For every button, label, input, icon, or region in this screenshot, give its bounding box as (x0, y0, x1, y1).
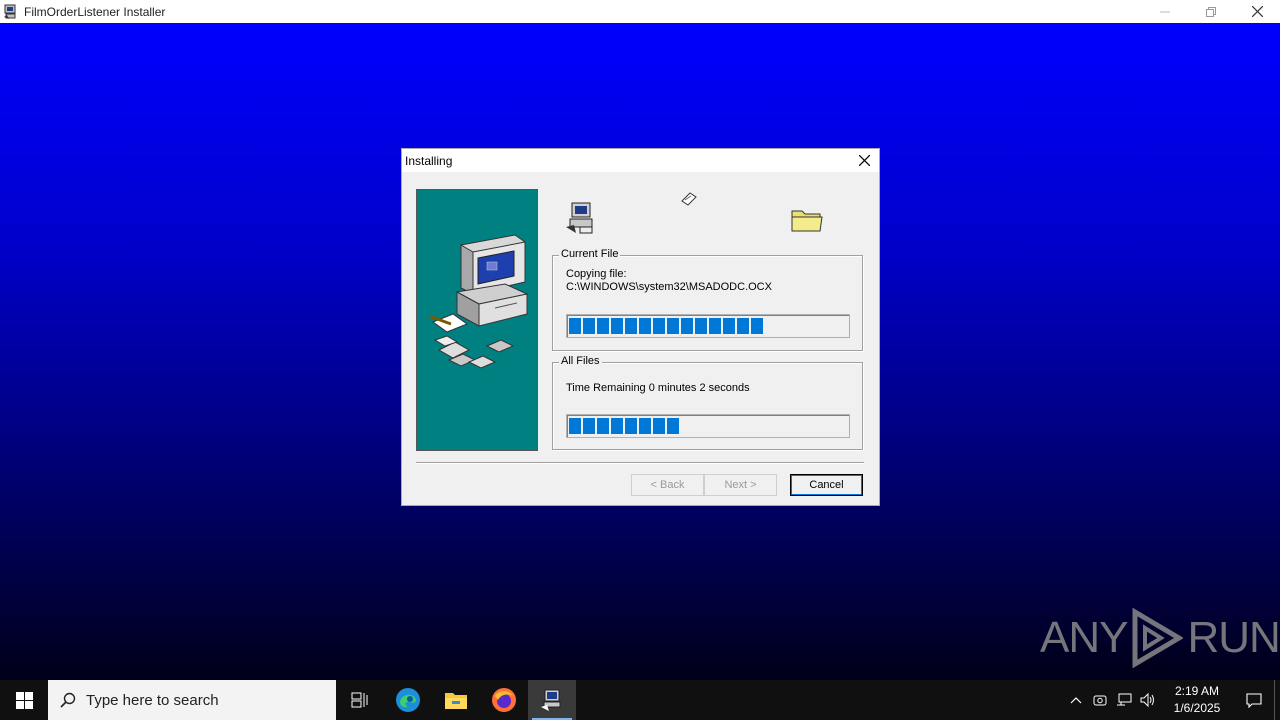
current-file-legend: Current File (559, 248, 621, 260)
app-title: FilmOrderListener Installer (24, 4, 166, 19)
progress-segment (681, 318, 693, 334)
volume-button[interactable] (1136, 680, 1160, 720)
task-view-button[interactable] (336, 680, 384, 720)
setup-computer-icon (566, 202, 593, 234)
progress-segment (639, 418, 651, 434)
meet-now-button[interactable] (1088, 680, 1112, 720)
progress-segment (653, 418, 665, 434)
button-separator (416, 462, 864, 464)
minimize-icon (1160, 11, 1170, 12)
dialog-close-button[interactable] (855, 151, 873, 169)
copying-status-text: Copying file: (566, 268, 627, 280)
restore-icon (1206, 6, 1216, 17)
time-remaining-text: Time Remaining 0 minutes 2 seconds (566, 382, 750, 394)
progress-segment (583, 318, 595, 334)
restore-button[interactable] (1188, 0, 1234, 23)
progress-segment (667, 418, 679, 434)
all-files-legend: All Files (559, 355, 602, 367)
dialog-title: Installing (405, 153, 453, 168)
notifications-button[interactable] (1234, 680, 1274, 720)
network-icon (1117, 693, 1132, 706)
taskbar-search-box[interactable]: Type here to search (48, 680, 336, 720)
task-view-icon (351, 692, 368, 708)
edge-icon (396, 688, 420, 712)
progress-segment (597, 418, 609, 434)
current-file-progress-fill (569, 318, 763, 334)
close-icon (858, 154, 870, 166)
progress-segment (583, 418, 595, 434)
app-title-bar: FilmOrderListener Installer (0, 0, 1280, 23)
all-files-group: All Files Time Remaining 0 minutes 2 sec… (552, 355, 863, 450)
show-desktop-button[interactable] (1274, 680, 1280, 720)
close-icon (1251, 6, 1263, 17)
taskbar-clock[interactable]: 2:19 AM 1/6/2025 (1166, 683, 1228, 717)
computer-illustration-icon (428, 234, 529, 369)
installer-icon (4, 4, 16, 19)
show-hidden-icons-button[interactable] (1064, 680, 1088, 720)
file-explorer-taskbar-button[interactable] (432, 680, 480, 720)
clock-time: 2:19 AM (1174, 684, 1220, 698)
edge-taskbar-button[interactable] (384, 680, 432, 720)
watermark-right-text: RUN (1187, 613, 1280, 662)
all-files-progress-bar (566, 414, 850, 438)
progress-segment (625, 418, 637, 434)
progress-segment (709, 318, 721, 334)
next-button[interactable]: Next > (704, 474, 777, 496)
play-logo-icon (1132, 608, 1184, 668)
firefox-icon (492, 688, 516, 712)
network-button[interactable] (1112, 680, 1136, 720)
speaker-icon (1140, 693, 1154, 707)
search-placeholder: Type here to search (86, 691, 219, 709)
notification-icon (1246, 693, 1262, 708)
minimize-button[interactable] (1142, 0, 1188, 23)
windows-logo-icon (15, 691, 33, 709)
current-file-group: Current File Copying file: C:\WINDOWS\sy… (552, 248, 863, 351)
progress-segment (639, 318, 651, 334)
start-button[interactable] (0, 680, 48, 720)
flying-paper-icon (681, 192, 697, 206)
setup-illustration (416, 189, 538, 451)
back-button[interactable]: < Back (631, 474, 704, 496)
installer-icon (541, 689, 561, 711)
folder-icon (791, 210, 823, 232)
progress-segment (667, 318, 679, 334)
current-file-progress-bar (566, 314, 850, 338)
firefox-taskbar-button[interactable] (480, 680, 528, 720)
cancel-button[interactable]: Cancel (790, 474, 863, 496)
installer-taskbar-button[interactable] (528, 680, 576, 720)
watermark-left-text: ANY (1040, 613, 1128, 662)
close-button[interactable] (1234, 0, 1280, 23)
progress-segment (737, 318, 749, 334)
progress-segment (653, 318, 665, 334)
dialog-title-bar: Installing (402, 149, 879, 172)
file-explorer-icon (445, 693, 467, 709)
progress-segment (695, 318, 707, 334)
search-icon (60, 692, 76, 708)
system-tray: 2:19 AM 1/6/2025 (1064, 680, 1280, 720)
progress-segment (611, 418, 623, 434)
taskbar: Type here to search 2:19 AM 1/6/2025 (0, 680, 1280, 720)
installing-dialog: Installing Current File Copying file: C:… (401, 148, 880, 506)
camera-icon (1093, 695, 1107, 706)
progress-segment (751, 318, 763, 334)
progress-segment (625, 318, 637, 334)
progress-segment (569, 318, 581, 334)
progress-segment (611, 318, 623, 334)
current-file-path: C:\WINDOWS\system32\MSADODC.OCX (566, 281, 772, 293)
progress-segment (597, 318, 609, 334)
progress-segment (723, 318, 735, 334)
chevron-up-icon (1070, 697, 1082, 704)
all-files-progress-fill (569, 418, 679, 434)
anyrun-watermark: ANY RUN (1040, 608, 1280, 668)
clock-date: 1/6/2025 (1173, 701, 1221, 715)
progress-segment (569, 418, 581, 434)
